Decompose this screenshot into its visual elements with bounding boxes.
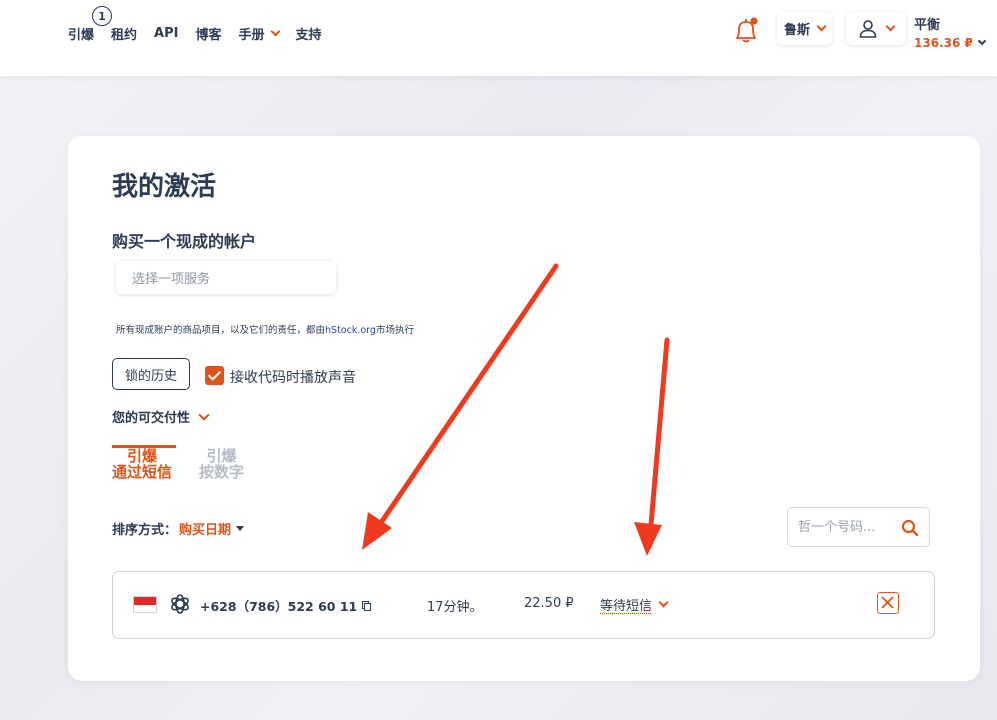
tab-activation-sms[interactable]: 引爆 通过短信 [112,448,172,480]
time-remaining: 17分钟。 [427,600,483,615]
notice-text-suffix: 市场执行 [375,325,414,336]
tab-line1: 引爆 [206,447,237,465]
sound-checkbox[interactable] [205,366,224,385]
top-header: 引爆 1 租约 API 博客 手册 支持 鲁斯 平衡 136.36 ₽ [0,0,997,76]
nav-item-manual[interactable]: 手册 [238,24,280,43]
phone-number: +628（786）522 60 11 [200,596,372,615]
tab-activation-number[interactable]: 引爆 按数字 [199,448,244,480]
search-icon[interactable] [901,519,919,537]
indonesia-flag-icon [133,596,157,613]
nav-item-label: 引爆 [68,28,95,43]
cancel-activation-button[interactable] [877,592,899,614]
nav-item-label: 租约 [111,28,138,43]
balance-widget[interactable]: 平衡 136.36 ₽ [914,14,987,50]
phone-number-text: +628（786）522 60 11 [200,599,358,614]
tab-line1: 引爆 [127,447,158,465]
user-icon [859,19,877,38]
close-icon [881,596,894,609]
status-dropdown[interactable]: 等待短信 [600,595,669,614]
copy-icon[interactable] [362,600,372,611]
activation-row: +628（786）522 60 11 17分钟。 22.50 ₽ 等待短信 [112,571,935,639]
sort-control[interactable]: 排序方式： 购买日期 [112,519,245,538]
chevron-down-icon [270,26,280,37]
activation-count-badge: 1 [92,6,112,26]
balance-value-row: 136.36 ₽ [914,36,987,50]
chevron-down-icon [658,597,669,608]
activations-card: 我的激活 购买一个现成的帐户 选择一项服务 所有现成账户的商品项目，以及它们的责… [68,136,980,681]
tab-line2: 通过短信 [112,463,173,481]
market-notice: 所有现成账户的商品项目，以及它们的责任，都由hStock.org市场执行 [116,322,414,336]
history-button[interactable]: 锁的历史 [112,358,190,390]
nav-item-rent[interactable]: 租约 [111,24,137,43]
page-title: 我的激活 [112,172,217,202]
user-menu-button[interactable] [846,12,906,45]
bell-icon[interactable] [733,17,759,45]
language-select[interactable]: 鲁斯 [777,12,832,45]
notice-text: 所有现成账户的商品项目，以及它们的责任，都由 [116,325,326,336]
balance-value: 136.36 ₽ [914,36,973,50]
chevron-down-icon [885,21,896,32]
sound-checkbox-label: 接收代码时播放声音 [230,370,356,386]
nav-item-support[interactable]: 支持 [296,24,322,43]
number-search [787,507,930,547]
availability-toggle[interactable]: 您的可交付性 [112,407,210,426]
activation-price: 22.50 ₽ [524,596,574,611]
nav-item-label: 支持 [295,28,322,43]
tab-line2: 按数字 [199,463,245,481]
status-text: 等待短信 [600,599,653,614]
openai-icon [171,594,189,614]
sort-value: 购买日期 [179,523,232,538]
nav-item-label: 博客 [195,28,222,43]
nav-item-blog[interactable]: 博客 [195,24,221,43]
balance-label: 平衡 [914,18,941,33]
chevron-down-icon [816,21,827,32]
number-search-input[interactable] [798,519,898,535]
nav-item-activation[interactable]: 引爆 1 [68,6,112,43]
language-label: 鲁斯 [783,23,810,38]
hstock-link[interactable]: hStock.org [325,325,376,336]
chevron-down-icon [198,408,210,421]
availability-label: 您的可交付性 [112,411,191,426]
buy-account-title: 购买一个现成的帐户 [112,232,257,251]
chevron-down-icon [977,36,987,46]
sort-label: 排序方式： [112,523,178,538]
nav-item-label: 手册 [238,28,265,43]
caret-down-icon [236,526,245,531]
nav-item-label: API [154,26,179,41]
nav-item-api[interactable]: API [154,26,178,41]
service-select[interactable]: 选择一项服务 [116,261,336,294]
main-nav: 引爆 1 租约 API 博客 手册 支持 [68,6,339,43]
